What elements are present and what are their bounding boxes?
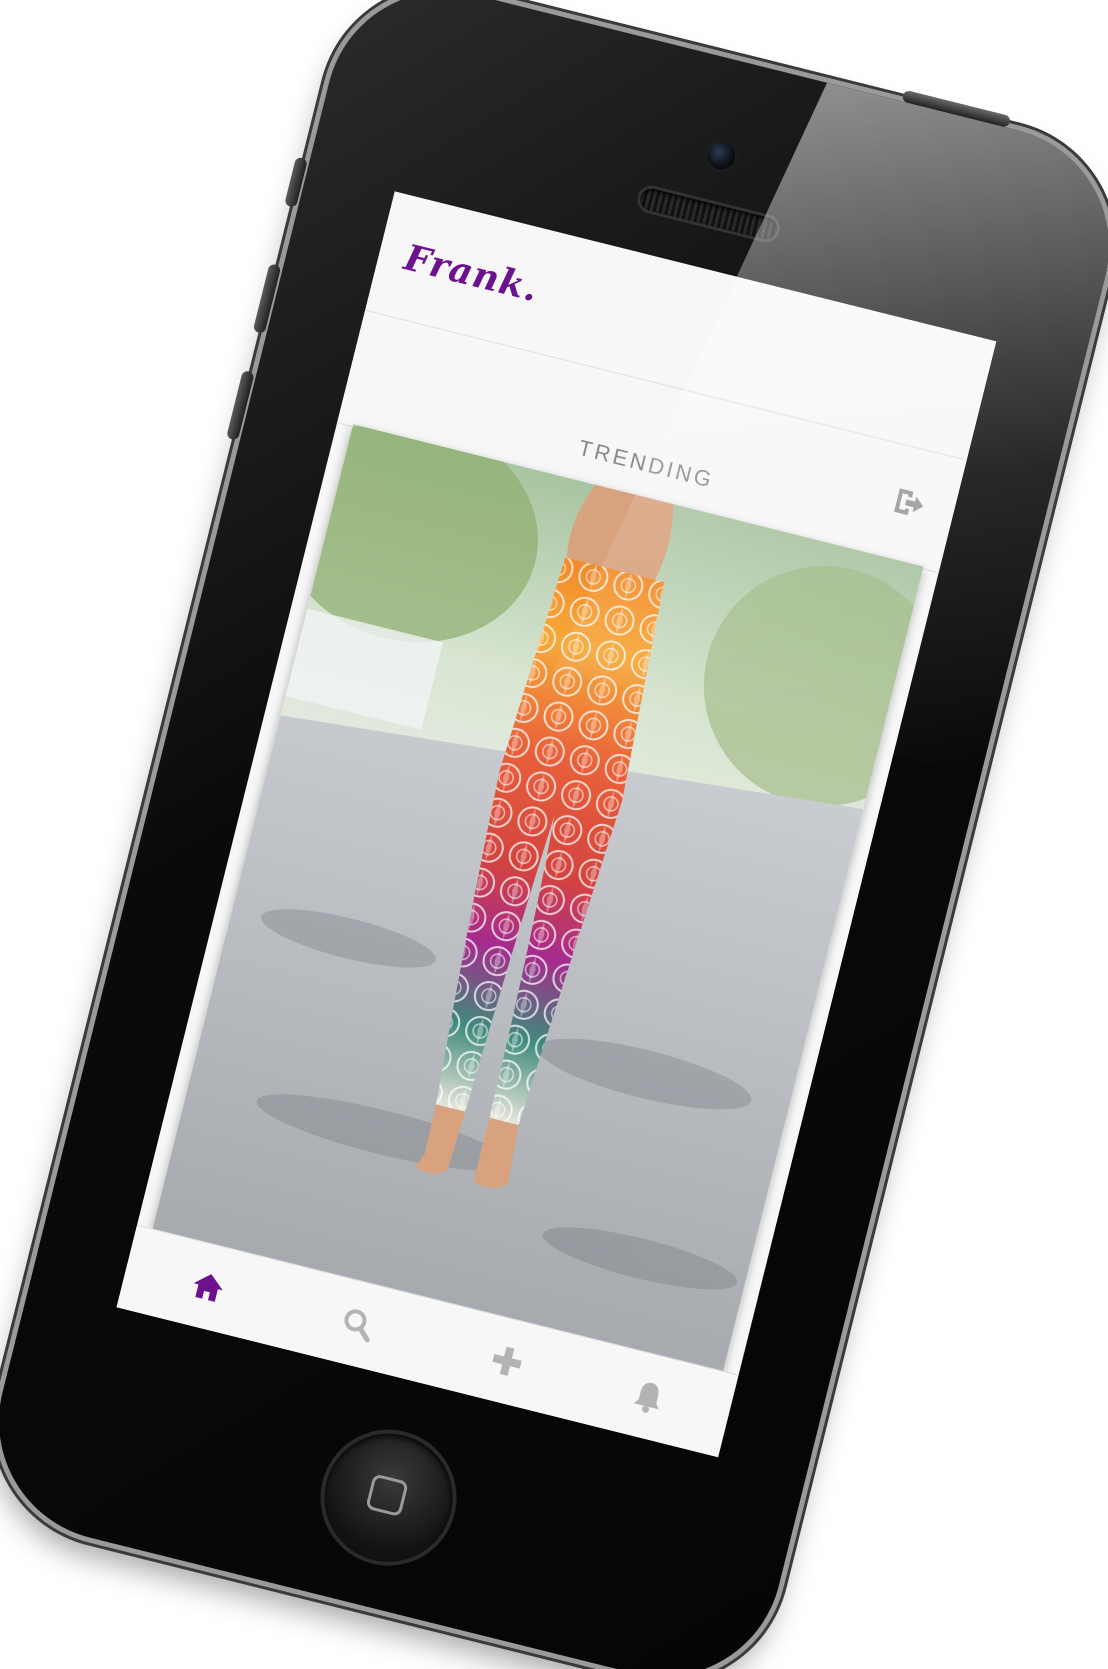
tab-search[interactable] [336,1302,380,1346]
stage: Frank. TRENDING [0,0,1108,1669]
phone-body: Frank. TRENDING [0,0,1108,1669]
home-hardware-button[interactable] [310,1420,467,1576]
leggings-photo [150,424,924,1380]
volume-up-button [252,263,282,335]
tab-notifications[interactable] [627,1375,671,1419]
power-button [901,89,1012,128]
bell-icon [633,1382,659,1413]
front-camera [704,138,739,173]
home-icon [193,1274,223,1302]
search-icon [344,1309,370,1343]
plus-icon [492,1346,522,1376]
mute-switch [284,156,308,208]
trending-photo[interactable] [150,424,924,1380]
tab-add[interactable] [485,1339,529,1383]
earpiece-speaker [638,186,780,242]
app-logo[interactable]: Frank. [400,236,543,310]
volume-down-button [226,369,255,441]
tab-home[interactable] [186,1265,230,1309]
home-button-square-icon [365,1473,409,1518]
